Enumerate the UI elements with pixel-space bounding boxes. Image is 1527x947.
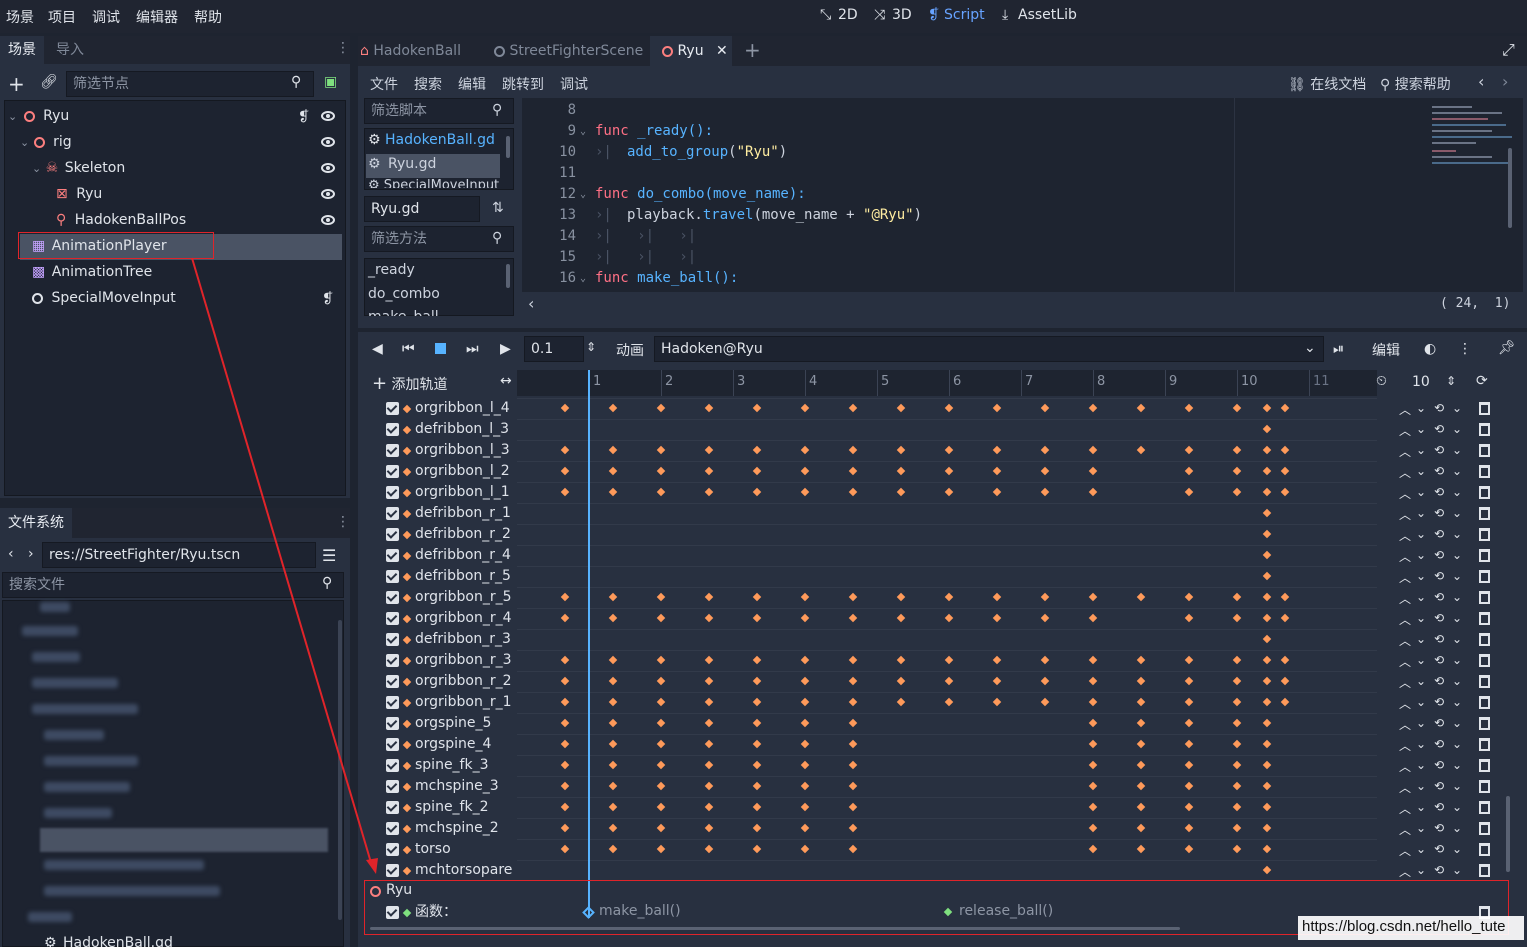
watermark: https://blog.csdn.net/hello_tute: [1302, 918, 1506, 935]
annotation-arrow: [191, 257, 378, 874]
